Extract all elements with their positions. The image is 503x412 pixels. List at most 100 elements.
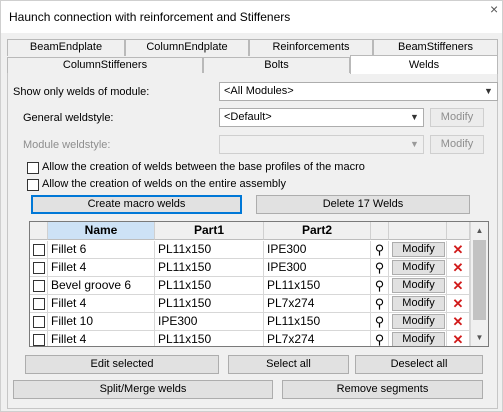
- cell-select: [30, 241, 48, 259]
- delete-welds-button[interactable]: Delete 17 Welds: [256, 195, 470, 214]
- cell-select: [30, 331, 48, 346]
- header-delete: [447, 222, 470, 240]
- tab-reinforcements[interactable]: Reinforcements: [249, 39, 373, 56]
- general-weldstyle-modify-button[interactable]: Modify: [430, 108, 484, 127]
- header-modify: [389, 222, 447, 240]
- welds-table: Name Part1 Part2 Fillet 6 PL11x150 IPE300 ⚲…: [29, 221, 489, 347]
- select-all-button[interactable]: Select all: [228, 355, 349, 374]
- search-icon[interactable]: ⚲: [375, 296, 385, 311]
- cell-delete: ✕: [447, 241, 470, 259]
- search-icon[interactable]: ⚲: [375, 332, 385, 346]
- delete-icon[interactable]: ✕: [453, 296, 464, 311]
- title-bar: Haunch connection with reinforcement and…: [1, 1, 502, 33]
- delete-icon[interactable]: ✕: [453, 278, 464, 293]
- cell-part1: PL11x150: [155, 331, 264, 346]
- tab-beamstiffeners[interactable]: BeamStiffeners: [373, 39, 498, 56]
- cell-part1: IPE300: [155, 313, 264, 331]
- search-icon[interactable]: ⚲: [375, 314, 385, 329]
- row-checkbox[interactable]: [33, 316, 45, 328]
- tab-columnstiffeners[interactable]: ColumnStiffeners: [7, 57, 203, 74]
- search-icon[interactable]: ⚲: [375, 278, 385, 293]
- deselect-all-button[interactable]: Deselect all: [355, 355, 483, 374]
- general-weldstyle-select[interactable]: <Default> ▼: [219, 108, 424, 127]
- cell-search: ⚲: [371, 331, 389, 346]
- module-weldstyle-modify-button[interactable]: Modify: [430, 135, 484, 154]
- table-row[interactable]: Fillet 10 IPE300 PL11x150 ⚲ Modify ✕: [30, 313, 470, 331]
- row-modify-button[interactable]: Modify: [392, 332, 445, 346]
- cell-name: Fillet 4: [48, 331, 155, 346]
- cell-name: Fillet 4: [48, 295, 155, 313]
- tab-beamendplate[interactable]: BeamEndplate: [7, 39, 125, 56]
- cell-search: ⚲: [371, 295, 389, 313]
- cell-name: Bevel groove 6: [48, 277, 155, 295]
- cell-name: Fillet 10: [48, 313, 155, 331]
- cell-search: ⚲: [371, 259, 389, 277]
- table-row[interactable]: Fillet 6 PL11x150 IPE300 ⚲ Modify ✕: [30, 241, 470, 259]
- cell-part1: PL11x150: [155, 241, 264, 259]
- scroll-down-icon[interactable]: ▼: [471, 329, 488, 346]
- chevron-down-icon: ▼: [410, 112, 419, 122]
- header-select: [30, 222, 48, 240]
- cell-select: [30, 277, 48, 295]
- row-checkbox[interactable]: [33, 334, 45, 346]
- cell-part1: PL11x150: [155, 259, 264, 277]
- split-merge-welds-button[interactable]: Split/Merge welds: [13, 380, 273, 399]
- row-modify-button[interactable]: Modify: [392, 260, 445, 275]
- scrollbar-thumb[interactable]: [473, 240, 486, 320]
- row-modify-button[interactable]: Modify: [392, 314, 445, 329]
- delete-icon[interactable]: ✕: [453, 242, 464, 257]
- close-icon[interactable]: ×: [490, 1, 502, 21]
- cell-select: [30, 313, 48, 331]
- cell-search: ⚲: [371, 241, 389, 259]
- tab-bolts[interactable]: Bolts: [203, 57, 350, 74]
- cell-part1: PL11x150: [155, 277, 264, 295]
- delete-icon[interactable]: ✕: [453, 314, 464, 329]
- row-modify-button[interactable]: Modify: [392, 278, 445, 293]
- base-profiles-checkbox[interactable]: [27, 162, 39, 174]
- tab-welds[interactable]: Welds: [350, 55, 498, 74]
- search-icon[interactable]: ⚲: [375, 242, 385, 257]
- table-row[interactable]: Fillet 4 PL11x150 IPE300 ⚲ Modify ✕: [30, 259, 470, 277]
- table-scrollbar[interactable]: ▲ ▼: [470, 222, 488, 346]
- table-row[interactable]: Bevel groove 6 PL11x150 PL11x150 ⚲ Modify ✕: [30, 277, 470, 295]
- row-checkbox[interactable]: [33, 244, 45, 256]
- cell-name: Fillet 4: [48, 259, 155, 277]
- search-icon[interactable]: ⚲: [375, 260, 385, 275]
- dialog-window: Haunch connection with reinforcement and…: [0, 0, 503, 412]
- header-part1[interactable]: Part1: [155, 222, 264, 240]
- create-macro-welds-button[interactable]: Create macro welds: [31, 195, 242, 214]
- delete-icon[interactable]: ✕: [453, 332, 464, 346]
- cell-delete: ✕: [447, 295, 470, 313]
- row-checkbox[interactable]: [33, 298, 45, 310]
- table-row[interactable]: Fillet 4 PL11x150 PL7x274 ⚲ Modify ✕: [30, 331, 470, 346]
- row-modify-button[interactable]: Modify: [392, 296, 445, 311]
- row-checkbox[interactable]: [33, 280, 45, 292]
- cell-delete: ✕: [447, 313, 470, 331]
- cell-delete: ✕: [447, 259, 470, 277]
- row-checkbox[interactable]: [33, 262, 45, 274]
- cell-modify: Modify: [389, 277, 447, 295]
- module-filter-value: <All Modules>: [224, 85, 294, 97]
- cell-name: Fillet 6: [48, 241, 155, 259]
- cell-select: [30, 295, 48, 313]
- scroll-up-icon[interactable]: ▲: [471, 222, 488, 239]
- base-profiles-label: Allow the creation of welds between the …: [42, 161, 365, 173]
- cell-part2: PL7x274: [264, 295, 371, 313]
- cell-select: [30, 259, 48, 277]
- entire-assembly-label: Allow the creation of welds on the entir…: [42, 178, 286, 190]
- cell-part2: IPE300: [264, 259, 371, 277]
- module-filter-select[interactable]: <All Modules> ▼: [219, 82, 498, 101]
- module-weldstyle-select[interactable]: ▼: [219, 135, 424, 154]
- row-modify-button[interactable]: Modify: [392, 242, 445, 257]
- tab-columnendplate[interactable]: ColumnEndplate: [125, 39, 249, 56]
- header-name[interactable]: Name: [48, 222, 155, 240]
- table-row[interactable]: Fillet 4 PL11x150 PL7x274 ⚲ Modify ✕: [30, 295, 470, 313]
- entire-assembly-checkbox[interactable]: [27, 179, 39, 191]
- header-part2[interactable]: Part2: [264, 222, 371, 240]
- edit-selected-button[interactable]: Edit selected: [25, 355, 219, 374]
- cell-search: ⚲: [371, 313, 389, 331]
- cell-delete: ✕: [447, 331, 470, 346]
- cell-modify: Modify: [389, 295, 447, 313]
- delete-icon[interactable]: ✕: [453, 260, 464, 275]
- remove-segments-button[interactable]: Remove segments: [282, 380, 483, 399]
